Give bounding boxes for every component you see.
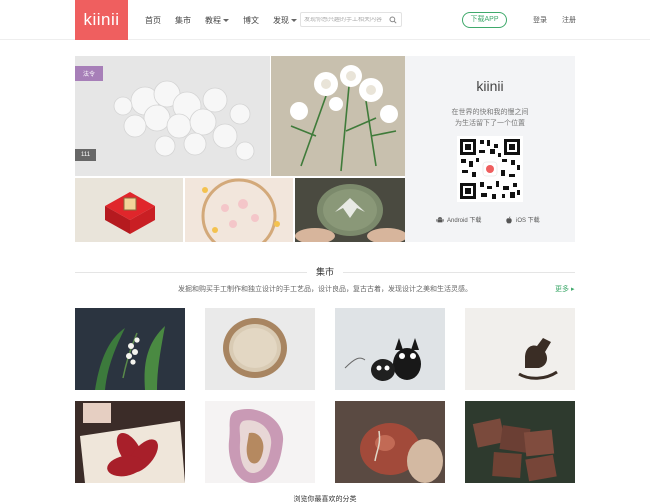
android-download-label: Android 下载 [447, 218, 482, 224]
download-app-button[interactable]: 下载APP [462, 12, 507, 28]
app-promo-panel: kiinii 在世界的快和我的慢之间 为生活留下了一个位置 Android 下载… [405, 56, 575, 242]
nav-item-market[interactable]: 集市 [175, 15, 191, 26]
nav-label: 博文 [243, 15, 259, 25]
nav-item-tutorials[interactable]: 教程 [205, 15, 229, 26]
nav-label: 首页 [145, 15, 161, 25]
promo-slogan-line2: 为生活留下了一个位置 [455, 120, 525, 127]
chevron-down-icon [223, 18, 229, 22]
more-link[interactable]: 更多 ▸ [555, 284, 574, 294]
nav-label: 集市 [175, 15, 191, 25]
hero-image-white-flowers[interactable]: 法令 111 [75, 56, 270, 176]
embroidery-illustration [271, 56, 405, 176]
logo[interactable]: kiinii [75, 0, 128, 40]
hero-image-red-box[interactable] [75, 178, 183, 242]
product-tile-wooden-plate[interactable] [205, 308, 315, 390]
product-tile-clay-teapot[interactable] [335, 401, 445, 483]
chevron-down-icon [291, 18, 297, 22]
market-section-description: 发掘和购买手工制作和独立设计的手工艺品，设计良品，复古古着，发现设计之美和生活灵… [178, 286, 472, 293]
qr-code [457, 136, 523, 202]
hero-image-green-embroidery[interactable] [271, 56, 405, 176]
ios-download-label: iOS 下载 [516, 218, 540, 224]
product-image [465, 401, 575, 483]
hero-image-dried-flowers[interactable] [185, 178, 293, 242]
more-label: 更多 [555, 286, 569, 293]
product-image [75, 308, 185, 390]
promo-slogan-line1: 在世界的快和我的慢之间 [451, 109, 529, 116]
register-link[interactable]: 注册 [562, 15, 576, 25]
product-tile-black-cats[interactable] [335, 308, 445, 390]
product-tile-red-flower-card[interactable] [75, 401, 185, 483]
chevron-right-icon: ▸ [570, 286, 575, 293]
category-heading: 浏览你最喜欢的分类 [293, 496, 357, 503]
header: kiinii 首页 集市 教程 博文 发现 下载APP 登录 注册 [0, 0, 650, 40]
hero: 法令 111 kiinii 在世界的快和我的慢之间 为生活留下了一个位置 And… [75, 56, 575, 242]
nav-label: 发现 [273, 15, 289, 25]
hero-image-green-cookie[interactable] [295, 178, 405, 242]
nav-item-blog[interactable]: 博文 [243, 15, 259, 26]
product-image [75, 401, 185, 483]
nav-item-home[interactable]: 首页 [145, 15, 161, 26]
android-icon [436, 216, 444, 222]
product-tile-lily-of-the-valley[interactable] [75, 308, 185, 390]
android-download-link[interactable]: Android 下载 [436, 215, 481, 224]
cookie-illustration [295, 178, 405, 242]
search-box [300, 12, 402, 27]
login-link[interactable]: 登录 [533, 15, 547, 25]
product-image [465, 308, 575, 390]
apple-icon [506, 216, 512, 223]
market-section-title: 集市 [315, 267, 334, 277]
hero-tag-badge: 法令 [75, 66, 104, 81]
main-nav: 首页 集市 教程 博文 发现 [145, 0, 311, 40]
product-image [335, 308, 445, 390]
product-image [335, 401, 445, 483]
embroidery-illustration [75, 56, 270, 176]
product-image [205, 401, 315, 483]
product-image [205, 308, 315, 390]
product-tile-agate[interactable] [205, 401, 315, 483]
dried-flowers-illustration [185, 178, 293, 242]
search-icon[interactable] [389, 16, 397, 24]
product-tile-fabric-patches[interactable] [465, 401, 575, 483]
ios-download-link[interactable]: iOS 下载 [505, 215, 540, 224]
product-tile-rocking-horse[interactable] [465, 308, 575, 390]
red-box-illustration [75, 178, 183, 242]
promo-title: kiinii [476, 78, 504, 94]
hero-count-badge: 111 [75, 149, 97, 161]
nav-label: 教程 [205, 15, 221, 25]
search-input[interactable] [304, 16, 388, 23]
nav-item-discover[interactable]: 发现 [273, 15, 297, 26]
